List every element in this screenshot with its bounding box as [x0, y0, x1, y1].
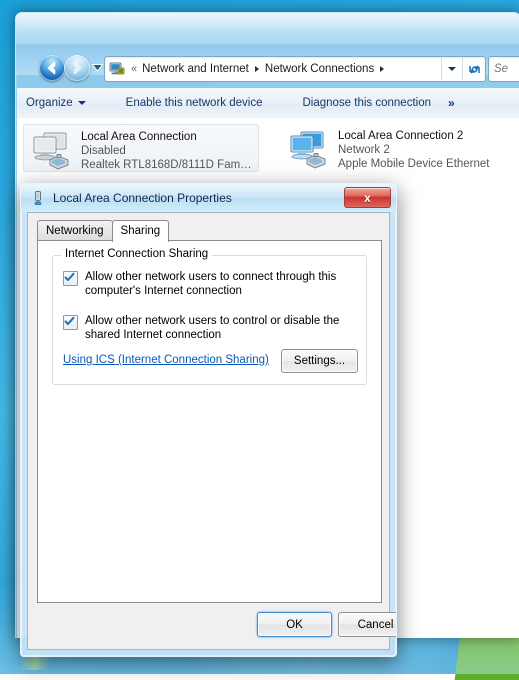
allow-control-checkbox[interactable] — [63, 315, 78, 330]
search-box[interactable]: Se — [488, 56, 519, 82]
allow-control-row[interactable]: Allow other network users to control or … — [63, 314, 361, 342]
breadcrumb-leading-separator: « — [131, 63, 137, 75]
group-legend: Internet Connection Sharing — [61, 248, 212, 260]
allow-connect-label[interactable]: Allow other network users to connect thr… — [85, 270, 361, 298]
forward-button[interactable] — [64, 55, 90, 81]
list-item[interactable]: Local Area Connection 2 Network 2 Apple … — [281, 124, 517, 172]
connection-status: Disabled — [81, 144, 252, 158]
sharing-tab-panel: Internet Connection Sharing Allow other … — [37, 240, 382, 603]
connection-adapter: Apple Mobile Device Ethernet — [338, 157, 490, 171]
refresh-icon — [467, 62, 482, 77]
connection-name: Local Area Connection 2 — [338, 129, 490, 143]
checkmark-icon — [64, 272, 75, 283]
organize-button[interactable]: Organize — [17, 93, 95, 113]
close-icon: x — [364, 191, 371, 205]
breadcrumb-arrow-icon[interactable] — [255, 66, 259, 72]
connection-adapter: Realtek RTL8168D/8111D Family P... — [81, 158, 252, 172]
dialog-body: Networking Sharing Internet Connection S… — [27, 212, 390, 650]
explorer-titlebar-highlight — [16, 13, 519, 31]
diagnose-label: Diagnose this connection — [302, 97, 431, 109]
chevron-down-icon — [78, 101, 86, 105]
organize-label: Organize — [26, 97, 73, 109]
internet-connection-sharing-group: Internet Connection Sharing Allow other … — [52, 255, 367, 385]
toolbar-overflow-button[interactable]: » — [440, 92, 463, 114]
diagnose-connection-button[interactable]: Diagnose this connection — [293, 93, 440, 113]
checkmark-icon — [64, 316, 75, 327]
explorer-toolbar: Organize Enable this network device Diag… — [17, 88, 519, 119]
list-item[interactable]: Local Area Connection Disabled Realtek R… — [23, 124, 259, 172]
breadcrumb-network-and-internet[interactable]: Network and Internet — [140, 62, 251, 76]
settings-label: Settings... — [294, 355, 345, 367]
cancel-label: Cancel — [358, 619, 394, 631]
settings-button[interactable]: Settings... — [281, 349, 358, 373]
allow-connect-row[interactable]: Allow other network users to connect thr… — [63, 270, 361, 298]
address-dropdown-button[interactable] — [441, 58, 462, 80]
enable-device-label: Enable this network device — [126, 97, 263, 109]
back-button[interactable] — [39, 55, 65, 81]
allow-connect-checkbox[interactable] — [63, 271, 78, 286]
network-adapter-disabled-icon — [30, 130, 74, 170]
refresh-button[interactable] — [462, 58, 485, 80]
tab-networking[interactable]: Networking — [37, 220, 113, 241]
tab-sharing-label: Sharing — [121, 225, 161, 237]
enable-network-device-button[interactable]: Enable this network device — [117, 93, 272, 113]
network-plug-icon — [30, 190, 46, 206]
ok-label: OK — [286, 619, 303, 631]
close-button[interactable]: x — [344, 187, 391, 208]
dialog-title: Local Area Connection Properties — [53, 191, 232, 205]
cancel-button[interactable]: Cancel — [338, 612, 397, 637]
tab-sharing[interactable]: Sharing — [112, 220, 170, 242]
connection-name: Local Area Connection — [81, 130, 252, 144]
search-input[interactable]: Se — [494, 63, 508, 75]
connection-status: Network 2 — [338, 143, 490, 157]
ok-button[interactable]: OK — [257, 612, 332, 637]
recent-pages-chevron-down-icon[interactable] — [92, 63, 103, 72]
dialog-titlebar[interactable]: Local Area Connection Properties x — [21, 184, 396, 212]
breadcrumb-network-connections[interactable]: Network Connections — [263, 62, 376, 76]
tab-networking-label: Networking — [46, 225, 104, 237]
using-ics-link[interactable]: Using ICS (Internet Connection Sharing) — [63, 354, 269, 366]
connection-properties-dialog: Local Area Connection Properties x Netwo… — [20, 183, 397, 657]
allow-control-label[interactable]: Allow other network users to control or … — [85, 314, 361, 342]
address-bar[interactable]: « Network and Internet Network Connectio… — [104, 56, 486, 82]
breadcrumb-arrow-icon[interactable] — [380, 66, 384, 72]
network-icon — [109, 61, 125, 77]
network-adapter-icon — [287, 129, 331, 169]
dialog-tabs: Networking Sharing — [37, 220, 169, 241]
chevron-down-icon — [448, 67, 456, 71]
